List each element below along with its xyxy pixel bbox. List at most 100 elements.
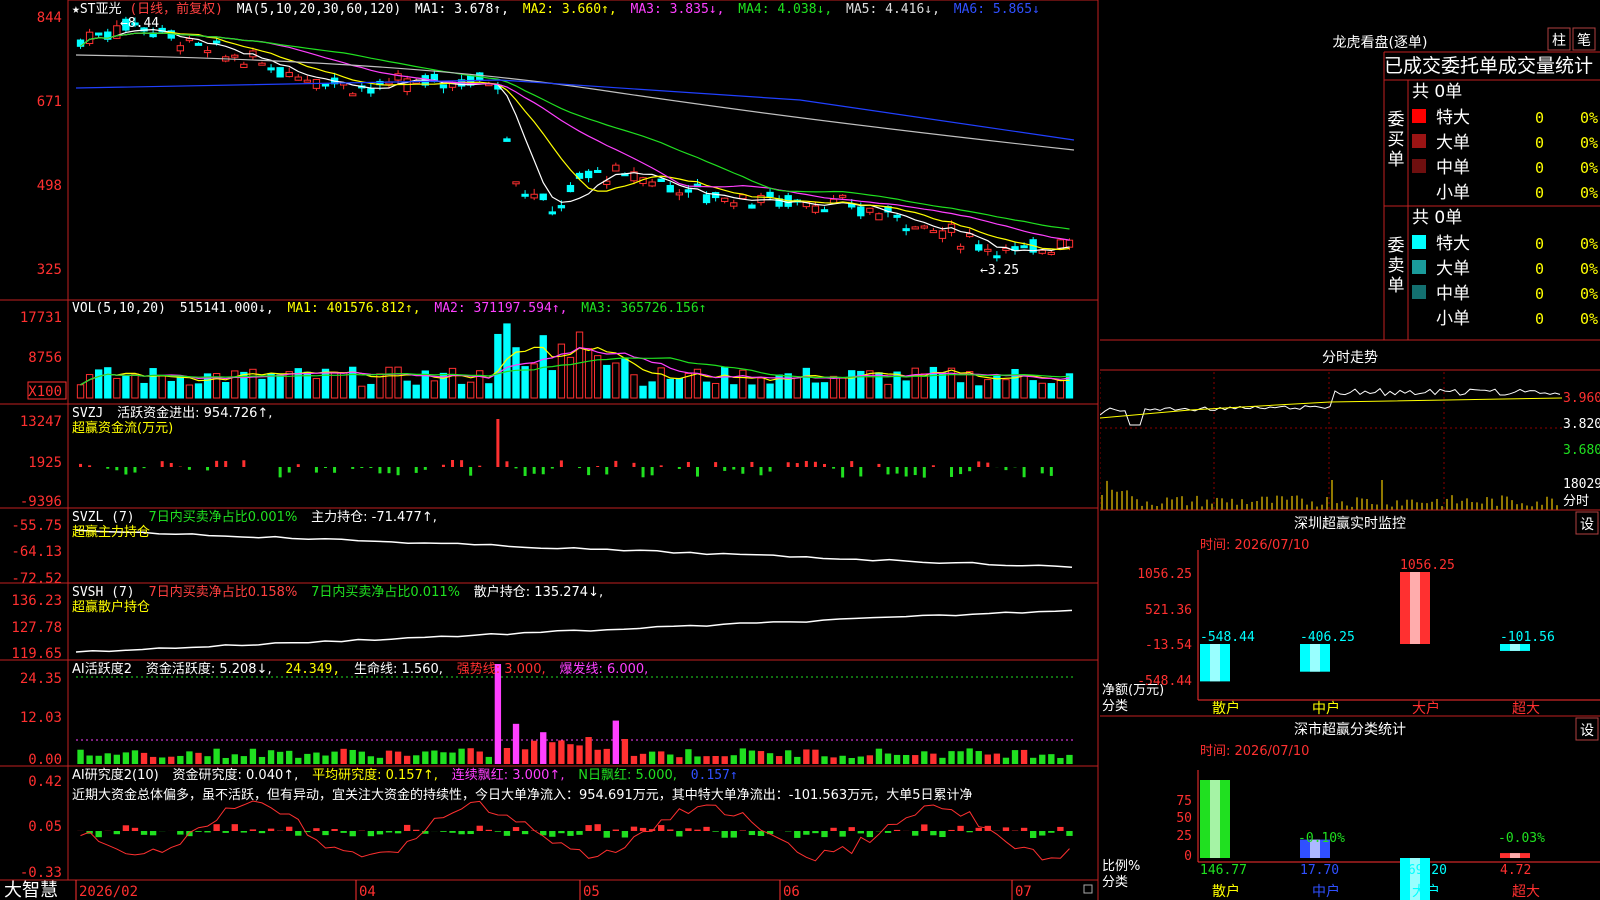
research-bar bbox=[349, 831, 356, 837]
volume-bar bbox=[312, 378, 321, 399]
candle-body bbox=[231, 54, 239, 58]
ma6-line bbox=[75, 79, 1075, 141]
ma3-line bbox=[80, 32, 1070, 241]
research-bar bbox=[803, 831, 810, 835]
axis-label: 671 bbox=[37, 94, 62, 110]
activity-bar bbox=[530, 740, 538, 764]
lock-icon[interactable] bbox=[1083, 884, 1093, 894]
main-chart-area[interactable]: ★ST亚光 (日线，前复权) MA(5,10,20,30,60,120) MA1… bbox=[0, 0, 1100, 900]
fund-flow-bar bbox=[351, 467, 355, 469]
svzj-header: SVZJ 活跃资金进出: 954.726↑, bbox=[72, 405, 272, 421]
activity-bar bbox=[739, 748, 747, 764]
candle-body bbox=[866, 207, 874, 213]
fund-flow-bar bbox=[677, 467, 681, 469]
axis-label: 521.36 bbox=[1145, 603, 1192, 618]
sz-class-chart[interactable]: 75 50 25 0 146.77 散户 17.70 中户 -69.20 大户 4.72 超大 -0.1… bbox=[1176, 770, 1600, 900]
fund-flow-bar bbox=[913, 467, 917, 476]
fund-flow-bar bbox=[714, 462, 718, 467]
fund-flow-bar bbox=[242, 460, 246, 467]
candle-body bbox=[911, 226, 919, 230]
class-bar-highlight bbox=[1410, 572, 1420, 644]
fund-flow-bar bbox=[79, 463, 83, 467]
fund-flow-bar bbox=[641, 467, 645, 478]
activity-bar bbox=[440, 752, 447, 764]
research-bar bbox=[630, 826, 638, 831]
fund-flow-bar bbox=[813, 461, 817, 467]
candle-body bbox=[85, 31, 94, 45]
research-bar bbox=[131, 827, 139, 831]
candle-body bbox=[594, 169, 602, 173]
period-label: (日线，前复权) bbox=[129, 1, 223, 17]
candle-body bbox=[503, 138, 511, 142]
volume-panel[interactable] bbox=[76, 323, 1074, 399]
lhb-color-swatch bbox=[1412, 235, 1426, 249]
activity-bar bbox=[1066, 754, 1073, 764]
candle-body bbox=[95, 32, 103, 36]
fund-flow-bar bbox=[659, 465, 663, 467]
candlestick-panel[interactable] bbox=[75, 16, 1075, 262]
research-bar bbox=[122, 825, 130, 831]
fund-flow-bar bbox=[187, 467, 191, 470]
activity-bar bbox=[195, 752, 202, 764]
volume-bar bbox=[1065, 373, 1074, 399]
research-bar bbox=[340, 831, 347, 833]
volume-header: VOL(5,10,20) 515141.000↓, MA1: 401576.81… bbox=[72, 301, 707, 316]
volume-bar bbox=[811, 382, 820, 399]
candle-body bbox=[938, 230, 947, 239]
retail-panel[interactable] bbox=[75, 609, 1073, 653]
fund-flow-bar bbox=[523, 467, 527, 476]
volume-bar bbox=[358, 385, 366, 399]
activity-bar bbox=[1039, 754, 1046, 764]
sz-class-title: 深市超赢分类统计 bbox=[1294, 721, 1406, 738]
activity-bar bbox=[385, 750, 393, 764]
lhb-row-label: 小单 bbox=[1436, 309, 1470, 329]
volume-bar bbox=[158, 375, 166, 399]
fund-flow-panel[interactable] bbox=[79, 419, 1053, 478]
activity-bar bbox=[603, 748, 610, 764]
research-bar bbox=[1066, 831, 1073, 836]
category-label: 超大 bbox=[1512, 884, 1540, 900]
lhb-color-swatch bbox=[1412, 260, 1426, 274]
candle-body bbox=[276, 67, 284, 78]
candle-body bbox=[294, 76, 302, 81]
candle-body bbox=[675, 192, 684, 196]
intraday-chart[interactable] bbox=[1100, 372, 1563, 510]
high-price-label: ←8.44 bbox=[120, 16, 159, 31]
volume-bar bbox=[176, 376, 185, 399]
axis-label: 3.680 bbox=[1563, 443, 1600, 458]
lhb-subtitle: 已成交委托单成交量统计 bbox=[1384, 55, 1593, 77]
fund-flow-bar bbox=[369, 467, 373, 469]
activity-bar bbox=[1057, 757, 1064, 764]
sz-monitor-chart[interactable]: 1056.25521.36-13.54-548.44-548.44散户-406.… bbox=[1137, 550, 1600, 717]
candle-body bbox=[403, 78, 411, 93]
volume-bar bbox=[548, 370, 556, 399]
ai-research-panel[interactable] bbox=[77, 800, 1073, 862]
ai-activity-panel[interactable] bbox=[76, 664, 1074, 764]
bar-value-label: 1056.25 bbox=[1400, 558, 1455, 573]
volume-bar bbox=[1011, 368, 1019, 399]
candle-body bbox=[975, 244, 983, 251]
ma2-line bbox=[80, 31, 1070, 251]
fund-flow-bar bbox=[387, 467, 391, 474]
research-bar bbox=[1029, 831, 1037, 838]
lhb-color-swatch bbox=[1412, 184, 1426, 198]
fund-flow-bar bbox=[441, 464, 445, 467]
date-label: 2026/02 bbox=[79, 884, 138, 900]
fund-flow-bar bbox=[360, 467, 364, 469]
candle-body bbox=[285, 71, 293, 78]
activity-bar bbox=[1048, 754, 1055, 764]
sz-monitor-xlabel: 分类 bbox=[1102, 699, 1128, 714]
candle-body bbox=[584, 170, 593, 179]
lhb-color-swatch bbox=[1412, 310, 1426, 324]
research-bar bbox=[939, 831, 946, 838]
research-bar bbox=[612, 829, 620, 831]
fund-flow-bar bbox=[895, 467, 899, 474]
lhb-color-swatch bbox=[1412, 159, 1426, 173]
activity-bar bbox=[204, 756, 211, 764]
fund-flow-bar bbox=[224, 461, 228, 467]
activity-bar bbox=[476, 751, 483, 764]
research-bar bbox=[512, 827, 520, 831]
research-bar bbox=[957, 825, 964, 831]
lhb-row-label: 特大 bbox=[1436, 234, 1470, 254]
main-force-panel[interactable] bbox=[75, 529, 1073, 568]
